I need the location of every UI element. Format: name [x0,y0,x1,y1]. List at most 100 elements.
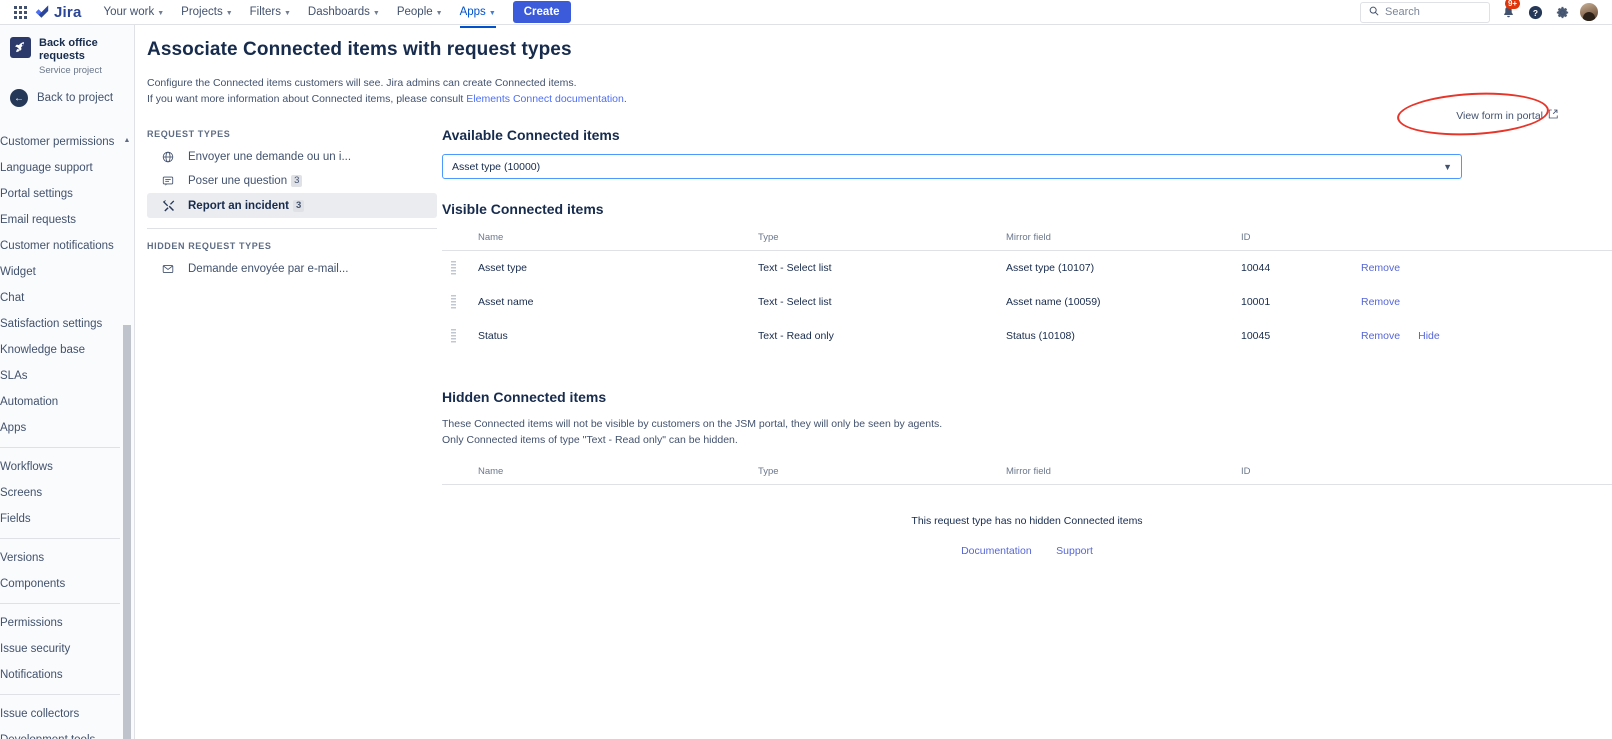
nav-item-people[interactable]: People ▼ [389,1,451,23]
sidebar-item-widget[interactable]: Widget [0,259,134,285]
sidebar-item-label: Workflows [0,461,53,473]
drag-handle-icon[interactable] [451,329,456,343]
globe-icon [161,151,175,163]
hidden-desc-line1: These Connected items will not be visibl… [442,416,1612,432]
sidebar-item-label: Notifications [0,669,63,681]
row-type: Text - Select list [758,285,1006,319]
rt-text: Poser une question [188,175,287,187]
table-row: StatusText - Read onlyStatus (10108)1004… [442,319,1612,353]
view-portal-label: View form in portal [1456,110,1543,122]
sidebar-item-customer-notifications[interactable]: Customer notifications [0,233,134,259]
sidebar-menu-scroll-area[interactable]: Customer permissionsLanguage supportPort… [0,129,134,739]
back-arrow-icon: ← [10,89,28,107]
drag-handle-icon[interactable] [451,261,456,275]
view-portal-wrapper: View form in portal [1449,105,1565,126]
remove-link[interactable]: Remove [1361,262,1400,274]
sidebar-item-screens[interactable]: Screens [0,480,134,506]
project-sidebar: Back office requests Service project ← B… [0,25,135,739]
row-actions: Remove Hide [1361,319,1612,353]
sidebar-item-issue-collectors[interactable]: Issue collectors [0,701,134,727]
notifications-bell-icon[interactable]: 9+ [1499,3,1517,21]
documentation-link[interactable]: Documentation [961,545,1032,557]
user-avatar[interactable] [1580,3,1598,21]
table-body: Asset typeText - Select listAsset type (… [442,251,1612,354]
app-switcher-icon[interactable] [12,4,28,20]
remove-link[interactable]: Remove [1361,330,1400,342]
nav-item-filters[interactable]: Filters ▼ [242,1,299,23]
col-header-id: ID [1241,228,1361,251]
sidebar-item-permissions[interactable]: Permissions [0,610,134,636]
sidebar-item-knowledge-base[interactable]: Knowledge base [0,337,134,363]
create-button[interactable]: Create [513,1,571,23]
sidebar-item-versions[interactable]: Versions [0,545,134,571]
search-input[interactable] [1385,6,1481,18]
hidden-request-type-item-demande-email[interactable]: Demande envoyée par e-mail... [147,257,437,281]
remove-link[interactable]: Remove [1361,296,1400,308]
hide-link[interactable]: Hide [1418,330,1440,342]
sidebar-item-satisfaction-settings[interactable]: Satisfaction settings [0,311,134,337]
request-type-item-poser-une-question[interactable]: Poser une question3 [147,169,437,193]
row-mirror-field: Status (10108) [1006,319,1241,353]
sidebar-item-portal-settings[interactable]: Portal settings [0,181,134,207]
row-id: 10001 [1241,285,1361,319]
scroll-up-arrow-icon[interactable]: ▲ [123,135,131,145]
connected-item-select[interactable]: Asset type (10000) ▼ [442,154,1462,179]
sidebar-item-slas[interactable]: SLAs [0,363,134,389]
gear-icon[interactable] [1553,3,1571,21]
page-description-line2: If you want more information about Conne… [147,91,1612,107]
external-link-icon [1548,109,1558,122]
jira-logo[interactable]: Jira [34,4,82,20]
available-select-row: Asset type (10000) ▼ Add [442,154,1612,179]
sidebar-item-issue-security[interactable]: Issue security [0,636,134,662]
request-type-label: Poser une question3 [188,175,302,187]
nav-label: Apps [460,6,486,18]
sidebar-item-customer-permissions[interactable]: Customer permissions [0,129,134,155]
sidebar-item-apps[interactable]: Apps [0,415,134,441]
sidebar-item-fields[interactable]: Fields [0,506,134,532]
project-header[interactable]: Back office requests Service project [0,25,134,84]
sidebar-item-automation[interactable]: Automation [0,389,134,415]
sidebar-item-language-support[interactable]: Language support [0,155,134,181]
sidebar-item-label: Email requests [0,214,76,226]
sidebar-item-components[interactable]: Components [0,571,134,597]
sidebar-item-email-requests[interactable]: Email requests [0,207,134,233]
notification-badge: 9+ [1505,0,1520,9]
chevron-down-icon: ▼ [226,10,233,17]
support-link[interactable]: Support [1056,545,1093,557]
request-type-label: Demande envoyée par e-mail... [188,263,348,275]
jira-logo-text: Jira [54,5,82,20]
project-avatar-rocket-icon [10,37,31,58]
sidebar-item-chat[interactable]: Chat [0,285,134,311]
request-type-count: 3 [293,200,304,212]
col-header-mirror-field: Mirror field [1006,462,1241,485]
sidebar-item-notifications[interactable]: Notifications [0,662,134,688]
main-content: Associate Connected items with request t… [135,25,1612,739]
view-form-in-portal-button[interactable]: View form in portal [1449,105,1565,126]
sidebar-item-workflows[interactable]: Workflows [0,454,134,480]
sidebar-divider [0,694,120,695]
request-type-item-envoyer[interactable]: Envoyer une demande ou un i... [147,145,437,169]
nav-item-your-work[interactable]: Your work ▼ [96,1,173,23]
page-description-line1: Configure the Connected items customers … [147,75,1612,91]
scrollbar-thumb[interactable] [123,325,131,739]
back-to-project-button[interactable]: ← Back to project [0,84,134,115]
project-name: Back office requests [39,37,126,63]
nav-item-apps[interactable]: Apps ▼ [452,1,504,23]
col-header-mirror-field: Mirror field [1006,228,1241,251]
help-question-icon[interactable]: ? [1526,3,1544,21]
col-header-type: Type [758,228,1006,251]
sidebar-divider [0,603,120,604]
sidebar-item-label: Automation [0,396,58,408]
elements-connect-documentation-link[interactable]: Elements Connect documentation [466,93,624,105]
nav-item-projects[interactable]: Projects ▼ [173,1,240,23]
hidden-connected-items-table: Name Type Mirror field ID [442,462,1612,485]
drag-handle-icon[interactable] [451,295,456,309]
row-id: 10044 [1241,251,1361,286]
sidebar-item-label: Screens [0,487,42,499]
sidebar-item-label: Components [0,578,65,590]
sidebar-scrollbar[interactable]: ▲ [123,135,131,735]
search-box[interactable] [1360,2,1490,23]
nav-item-dashboards[interactable]: Dashboards ▼ [300,1,388,23]
sidebar-item-development-tools[interactable]: Development tools [0,727,134,739]
request-type-item-report-an-incident[interactable]: Report an incident3 [147,193,437,218]
